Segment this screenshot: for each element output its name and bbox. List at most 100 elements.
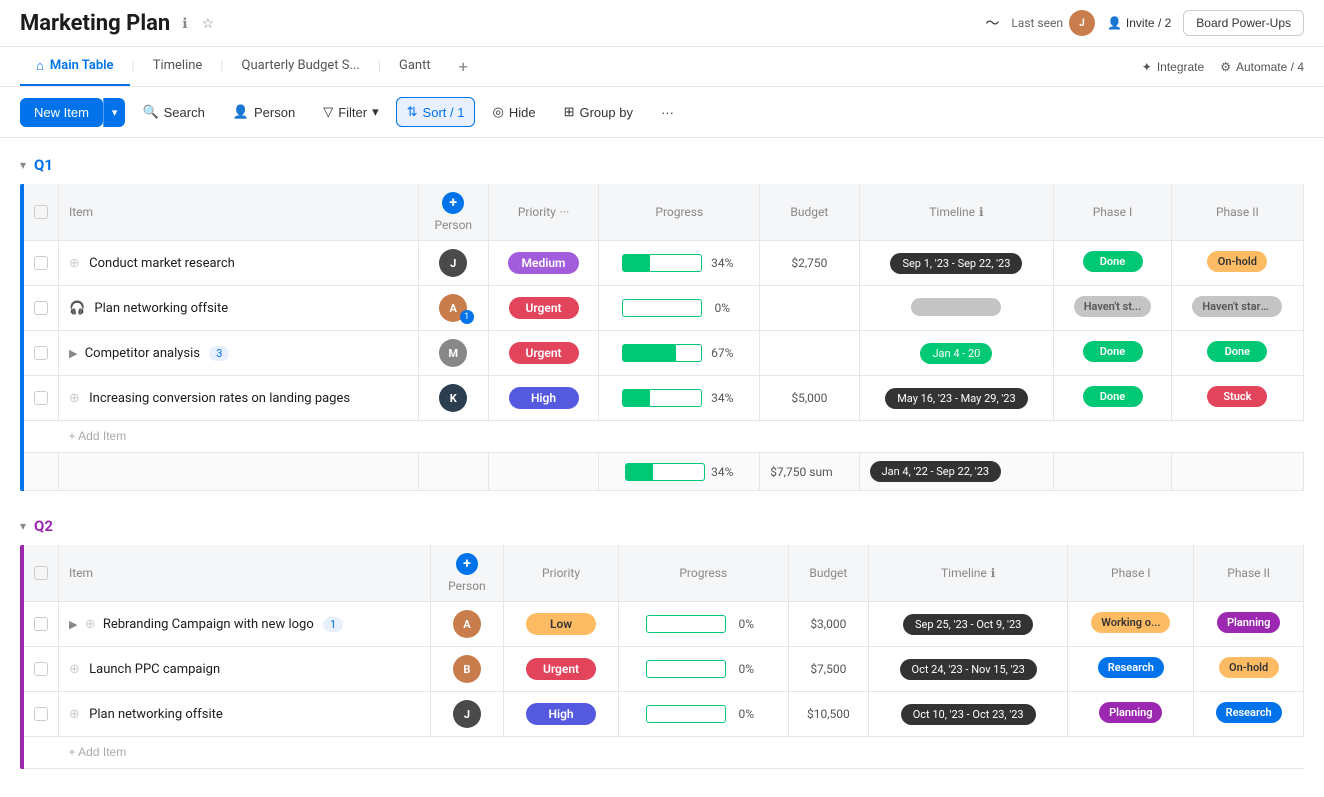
search-icon: 🔍 bbox=[142, 104, 158, 120]
item-add-icon[interactable]: ⊕ bbox=[69, 391, 80, 406]
phase1-cell[interactable]: Planning bbox=[1068, 692, 1194, 737]
add-item-button-q1[interactable]: + Add Item bbox=[69, 429, 127, 443]
group-by-button[interactable]: ⊞ Group by bbox=[553, 97, 644, 127]
tab-gantt[interactable]: Gantt bbox=[383, 48, 447, 85]
progress-pct: 0% bbox=[708, 301, 736, 315]
phase1-cell[interactable]: Working o... bbox=[1068, 602, 1194, 647]
invite-button[interactable]: 👤 Invite / 2 bbox=[1107, 16, 1171, 30]
budget-cell bbox=[760, 331, 859, 376]
automate-button[interactable]: ⚙ Automate / 4 bbox=[1220, 60, 1304, 74]
person-badge: 1 bbox=[460, 310, 474, 324]
board-powerups-button[interactable]: Board Power-Ups bbox=[1183, 10, 1304, 36]
row-checkbox[interactable] bbox=[34, 301, 48, 315]
progress-col-header: Progress bbox=[599, 184, 760, 241]
row-checkbox[interactable] bbox=[34, 391, 48, 405]
tab-timeline[interactable]: Timeline bbox=[137, 48, 219, 85]
priority-cell[interactable]: Urgent bbox=[504, 647, 619, 692]
row-checkbox[interactable] bbox=[34, 662, 48, 676]
phase1-cell[interactable]: Done bbox=[1054, 331, 1171, 376]
row-checkbox[interactable] bbox=[34, 617, 48, 631]
row-checkbox[interactable] bbox=[34, 707, 48, 721]
add-item-row-q2: + Add Item bbox=[24, 737, 1304, 769]
tab-gantt-label: Gantt bbox=[399, 58, 431, 73]
item-name-cell: ⊕ Increasing conversion rates on landing… bbox=[59, 376, 419, 421]
select-all-checkbox-q2[interactable] bbox=[34, 566, 48, 580]
phase1-cell[interactable]: Done bbox=[1054, 376, 1171, 421]
phase2-badge: On-hold bbox=[1207, 251, 1267, 272]
person-col-header-q2: + Person bbox=[430, 545, 504, 602]
timeline-cell: Oct 24, '23 - Nov 15, '23 bbox=[869, 647, 1068, 692]
item-col-header: Item bbox=[59, 545, 431, 602]
star-icon[interactable]: ☆ bbox=[198, 13, 219, 34]
priority-menu-icon[interactable]: ··· bbox=[560, 205, 569, 219]
tab-quarterly-budget[interactable]: Quarterly Budget S... bbox=[226, 48, 376, 85]
phase2-cell[interactable]: Haven't start... bbox=[1171, 286, 1303, 331]
priority-cell[interactable]: High bbox=[488, 376, 599, 421]
phase1-cell[interactable]: Research bbox=[1068, 647, 1194, 692]
item-add-icon[interactable]: ⊕ bbox=[69, 662, 80, 677]
phase2-cell[interactable]: Stuck bbox=[1171, 376, 1303, 421]
priority-cell[interactable]: Low bbox=[504, 602, 619, 647]
timeline-cell: Jan 4 - 20 bbox=[859, 331, 1054, 376]
integrate-button[interactable]: ✦ Integrate bbox=[1142, 60, 1204, 74]
phase2-col-header: Phase II bbox=[1171, 184, 1303, 241]
phase1-cell[interactable]: Haven't st... bbox=[1054, 286, 1171, 331]
hide-button[interactable]: ◎ Hide bbox=[481, 97, 546, 127]
row-checkbox[interactable] bbox=[34, 346, 48, 360]
group-header-q1[interactable]: ▾ Q1 bbox=[20, 138, 1304, 184]
filter-button[interactable]: ▽ Filter ▾ bbox=[312, 97, 389, 127]
budget-cell bbox=[760, 286, 859, 331]
progress-bar bbox=[646, 660, 726, 678]
person-add-btn-q2[interactable]: + bbox=[456, 553, 478, 575]
person-cell: A 1 bbox=[418, 286, 488, 331]
automate-icon: ⚙ bbox=[1220, 60, 1231, 74]
progress-pct: 0% bbox=[732, 662, 760, 676]
search-label: Search bbox=[164, 105, 205, 120]
progress-bar bbox=[622, 344, 702, 362]
priority-cell[interactable]: Medium bbox=[488, 241, 599, 286]
more-options-button[interactable]: ··· bbox=[650, 98, 685, 127]
phase2-cell[interactable]: On-hold bbox=[1171, 241, 1303, 286]
phase2-cell[interactable]: Planning bbox=[1194, 602, 1304, 647]
more-icon: ··· bbox=[661, 105, 674, 120]
timeline-info-icon-q2[interactable]: ℹ bbox=[991, 566, 996, 580]
toolbar: New Item ▾ 🔍 Search 👤 Person ▽ Filter ▾ … bbox=[0, 87, 1324, 138]
phase2-cell[interactable]: Research bbox=[1194, 692, 1304, 737]
sort-button[interactable]: ⇅ Sort / 1 bbox=[396, 97, 476, 127]
group-toggle-q2[interactable]: ▾ bbox=[20, 519, 26, 533]
select-all-checkbox[interactable] bbox=[34, 205, 48, 219]
search-button[interactable]: 🔍 Search bbox=[131, 97, 215, 127]
new-item-dropdown-button[interactable]: ▾ bbox=[103, 98, 126, 127]
tab-main-table[interactable]: ⌂ Main Table bbox=[20, 48, 130, 86]
sort-label: Sort / 1 bbox=[423, 105, 465, 120]
priority-badge: High bbox=[526, 703, 596, 725]
expand-arrow[interactable]: ▶ bbox=[69, 347, 77, 360]
tabs-bar: ⌂ Main Table | Timeline | Quarterly Budg… bbox=[0, 47, 1324, 87]
priority-cell[interactable]: Urgent bbox=[488, 331, 599, 376]
item-text: Rebranding Campaign with new logo bbox=[103, 617, 314, 632]
item-add-icon[interactable]: ⊕ bbox=[69, 256, 80, 271]
new-item-button[interactable]: New Item bbox=[20, 98, 103, 127]
phase2-cell[interactable]: Done bbox=[1171, 331, 1303, 376]
group-header-q2[interactable]: ▾ Q2 bbox=[20, 499, 1304, 545]
add-item-button-q2[interactable]: + Add Item bbox=[69, 745, 127, 759]
tab-divider-2: | bbox=[218, 59, 225, 74]
priority-cell[interactable]: Urgent bbox=[488, 286, 599, 331]
item-add-icon[interactable]: ⊕ bbox=[85, 617, 96, 632]
tab-add-button[interactable]: + bbox=[447, 47, 480, 86]
expand-arrow[interactable]: ▶ bbox=[69, 618, 77, 631]
progress-cell: 0% bbox=[599, 286, 760, 331]
info-icon[interactable]: ℹ bbox=[178, 13, 191, 34]
item-add-icon[interactable]: 🎧 bbox=[69, 301, 85, 316]
person-button[interactable]: 👤 Person bbox=[222, 97, 306, 127]
group-toggle-q1[interactable]: ▾ bbox=[20, 158, 26, 172]
phase2-cell[interactable]: On-hold bbox=[1194, 647, 1304, 692]
person-add-btn[interactable]: + bbox=[442, 192, 464, 214]
phase1-cell[interactable]: Done bbox=[1054, 241, 1171, 286]
timeline-badge: May 16, '23 - May 29, '23 bbox=[885, 388, 1027, 409]
timeline-info-icon[interactable]: ℹ bbox=[979, 205, 984, 219]
budget-col-header: Budget bbox=[760, 184, 859, 241]
row-checkbox[interactable] bbox=[34, 256, 48, 270]
table-row: 🎧 Plan networking offsite A 1 Urgent bbox=[24, 286, 1304, 331]
priority-cell[interactable]: High bbox=[504, 692, 619, 737]
